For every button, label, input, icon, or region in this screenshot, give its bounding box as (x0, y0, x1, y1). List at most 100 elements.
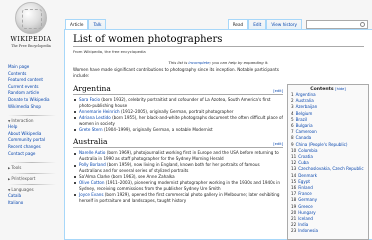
toc-item-label: Iceland (298, 216, 314, 222)
toc-item[interactable]: 23 Indonesia (291, 228, 365, 234)
toc-item-label: Greece (298, 203, 313, 209)
toc-hide-toggle[interactable]: [hide] (335, 87, 346, 91)
toc-item-number: 21 (291, 216, 297, 222)
toc-item-label: Colombia (298, 147, 318, 153)
toc-list: 1 Argentina 2 Australia 3 Azerbaijan 4 Belgium 5… (291, 92, 365, 235)
toc-item-label: Cuba (298, 160, 309, 166)
sidebar-item-featured-content[interactable]: Featured content (4, 77, 60, 84)
toc-item-label: France (298, 191, 312, 197)
toc-item-number: 9 (291, 141, 294, 147)
tab-article[interactable]: Article (65, 19, 89, 29)
search-icon[interactable] (360, 21, 365, 27)
tab-talk[interactable]: Talk (88, 19, 107, 29)
expand-triangle-icon: ▶ (8, 177, 11, 182)
photographer-link[interactable]: Adriana Lestido (79, 115, 111, 120)
section-argentina: Argentina [edit] Sara Facio (born 1932),… (73, 84, 283, 132)
section-heading: Australia [edit] (73, 137, 283, 149)
collapse-triangle-icon: ▼ (8, 188, 11, 193)
toc-item-label: Czechoslovakia, Czech Republic (298, 166, 364, 172)
sidebar-item-donate[interactable]: Donate to Wikipedia (4, 97, 60, 104)
sidebar-heading-tools[interactable]: ▶Tools (4, 165, 60, 171)
toc-item-label: Bulgaria (295, 123, 313, 129)
sidebar-navigation: Main page Contents Featured content Curr… (4, 64, 60, 110)
logo-tagline: The Free Encyclopedia (11, 44, 51, 48)
toc-item-number: 2 (291, 98, 294, 104)
toc-item-number: 14 (291, 172, 297, 178)
toc-item-number: 7 (291, 129, 294, 135)
sidebar-item-language-italiano[interactable]: Italiano (4, 200, 60, 207)
sidebar-divider (8, 162, 56, 164)
photographer-link[interactable]: Olive Cotton (79, 180, 104, 185)
sidebar-item-community-portal[interactable]: Community portal (4, 137, 60, 144)
intro-paragraph: Women have made significant contribution… (73, 67, 279, 78)
toc-item-label: Azerbaijan (295, 104, 318, 110)
toc-item-number: 23 (291, 228, 297, 234)
sidebar-divider (8, 173, 56, 175)
toc-item-label: Finland (298, 185, 313, 191)
sidebar-item-contact-page[interactable]: Contact page (4, 151, 60, 158)
page-title: List of women photographers (73, 34, 364, 47)
toc-item-number: 10 (291, 147, 297, 153)
photographer-link[interactable]: Joyce Evans (79, 192, 103, 197)
sidebar-item-main-page[interactable]: Main page (4, 64, 60, 71)
toc-item-label: Australia (295, 98, 314, 104)
sidebar-heading-print[interactable]: ▶Print/export (4, 176, 60, 182)
toc-item-label: Denmark (298, 172, 318, 178)
sidebar-item-contents[interactable]: Contents (4, 71, 60, 78)
toc-item-label: Indonesia (298, 228, 319, 234)
table-of-contents: Contents [hide] 1 Argentina 2 Australia 3 Aze… (287, 84, 369, 240)
toc-item-label: Germany (298, 197, 318, 203)
toc-item-number: 8 (291, 135, 294, 141)
section-edit-link[interactable]: [edit] (273, 89, 283, 93)
section-heading: Argentina [edit] (73, 84, 283, 95)
list-item: Joyce Evans (born 1929), opened the firs… (73, 192, 283, 204)
toc-item-label: Hungary (298, 209, 316, 215)
toc-item-number: 16 (291, 185, 297, 191)
page-tagline: From Wikipedia, the free encyclopedia (73, 49, 146, 54)
toc-item-number: 11 (291, 154, 297, 160)
section-title: Argentina (73, 84, 111, 93)
toc-item-label: India (298, 222, 309, 228)
toc-item-label: Brazil (295, 116, 308, 122)
tab-view-history[interactable]: View history (266, 19, 302, 29)
puzzle-globe-icon (15, 2, 47, 34)
tab-read[interactable]: Read (227, 19, 249, 29)
toc-item-number: 3 (291, 104, 294, 110)
list-item: Grete Stern (1904–1999), originally Germ… (73, 127, 283, 133)
photographer-link[interactable]: Sara Facio (79, 97, 100, 102)
incomplete-list-notice: This list is incomplete; you can help by… (168, 60, 269, 65)
expand-triangle-icon: ▶ (8, 166, 11, 171)
tab-edit[interactable]: Edit (248, 19, 267, 29)
sidebar-item-shop[interactable]: Wikimedia Shop (4, 104, 60, 111)
sidebar-divider (8, 184, 56, 186)
toc-item-number: 5 (291, 116, 294, 122)
photographer-link[interactable]: Grete Stern (79, 127, 103, 132)
sidebar-item-help[interactable]: Help (4, 124, 60, 131)
namespace-tabs: Article Talk (65, 19, 107, 29)
incomplete-link[interactable]: incomplete (188, 60, 209, 65)
photographer-link[interactable]: Narelle Autio (79, 150, 105, 155)
toc-item-label: Belgium (295, 110, 313, 116)
toc-item-number: 4 (291, 110, 294, 116)
sidebar: Main page Contents Featured content Curr… (4, 64, 60, 211)
toc-item-number: 20 (291, 209, 297, 215)
photographer-link[interactable]: Polly Borland (79, 162, 106, 167)
section-edit-link[interactable]: [edit] (273, 142, 283, 146)
toc-item-label: Argentina (295, 92, 316, 97)
toc-item-number: 19 (291, 203, 297, 209)
photographer-link[interactable]: Annemarie Heinrich (79, 109, 120, 114)
list-item: Olive Cotton (1911–2003), pioneering mod… (73, 180, 283, 192)
sidebar-item-random-article[interactable]: Random article (4, 90, 60, 97)
sidebar-item-recent-changes[interactable]: Recent changes (4, 144, 60, 151)
sidebar-item-current-events[interactable]: Current events (4, 84, 60, 91)
toc-item-label: China (People's Republic) (295, 141, 348, 147)
sidebar-item-about[interactable]: About Wikipedia (4, 131, 60, 138)
sidebar-divider (8, 115, 56, 117)
search-input[interactable] (306, 19, 368, 29)
toc-item-label: Canada (295, 135, 312, 141)
photographer-list: Narelle Autio (born 1969), photojournali… (73, 150, 283, 203)
toc-item-label: Croatia (298, 154, 313, 160)
toc-item-number: 15 (291, 178, 297, 184)
sidebar-item-language-catala[interactable]: Català (4, 193, 60, 200)
wikipedia-logo[interactable]: WIKIPEDIA The Free Encyclopedia (4, 2, 58, 56)
